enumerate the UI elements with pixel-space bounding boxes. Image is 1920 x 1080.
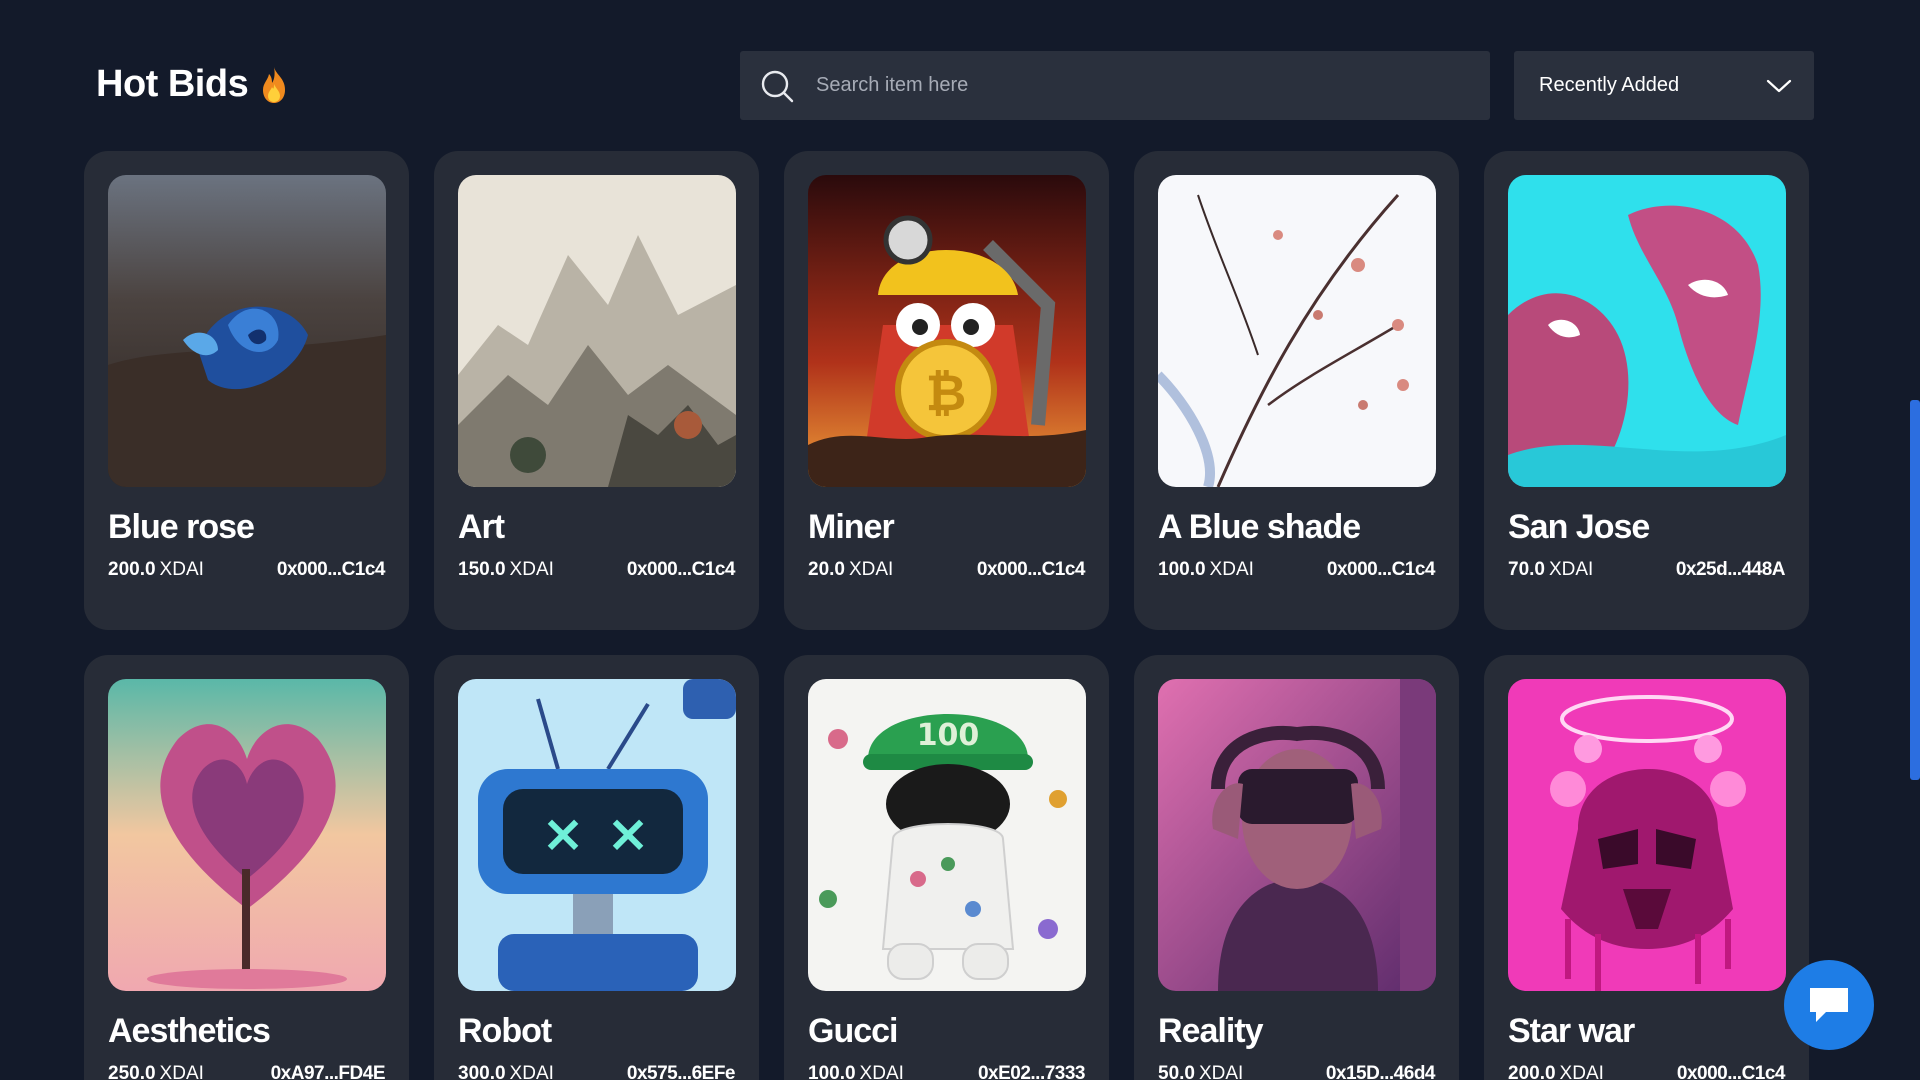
price-value: 300.0: [458, 1063, 506, 1080]
nft-card[interactable]: ₿ Miner 20.0 XDAI 0x000...C1c4: [784, 151, 1109, 630]
item-price: 100.0 XDAI: [1158, 559, 1254, 581]
item-name: Robot: [458, 1012, 552, 1050]
price-currency: XDAI: [1198, 1063, 1244, 1080]
price-value: 20.0: [808, 559, 845, 580]
miner-character-image[interactable]: ₿: [808, 175, 1086, 487]
owner-address: 0xE02...7333: [977, 1063, 1086, 1080]
vr-headset-image[interactable]: [1158, 679, 1436, 991]
item-meta: 50.0 XDAI 0x15D...46d4: [1158, 1063, 1436, 1080]
svg-text:100: 100: [917, 718, 980, 753]
item-name: Aesthetics: [108, 1012, 271, 1050]
item-name: Star war: [1508, 1012, 1635, 1050]
item-name: Miner: [808, 508, 895, 546]
owner-address: 0x575...6EFe: [626, 1063, 736, 1080]
nft-card[interactable]: 100 Gucci 100.0 XDAI 0xE02...7333: [784, 655, 1109, 1080]
blue-rose-image[interactable]: [108, 175, 386, 487]
item-meta: 150.0 XDAI 0x000...C1c4: [458, 559, 736, 581]
price-currency: XDAI: [1209, 559, 1254, 580]
page: Hot Bids Recently Added: [0, 0, 1920, 1080]
chat-bubble-icon: [1810, 988, 1848, 1022]
nft-card[interactable]: Aesthetics 250.0 XDAI 0xA97...FD4E: [84, 655, 409, 1080]
item-name: A Blue shade: [1158, 508, 1361, 546]
price-value: 100.0: [1158, 559, 1206, 580]
helmet-image[interactable]: [1508, 679, 1786, 991]
floral-figure-image[interactable]: 100: [808, 679, 1086, 991]
statue-faces-image[interactable]: [1508, 175, 1786, 487]
sort-dropdown[interactable]: Recently Added: [1514, 51, 1814, 120]
item-meta: 100.0 XDAI 0xE02...7333: [808, 1063, 1086, 1080]
owner-address: 0x15D...46d4: [1325, 1063, 1436, 1080]
item-price: 70.0 XDAI: [1508, 559, 1593, 581]
item-price: 100.0 XDAI: [808, 1063, 904, 1080]
search-bar[interactable]: [740, 51, 1490, 120]
item-price: 20.0 XDAI: [808, 559, 893, 581]
chevron-down-icon: [1766, 79, 1792, 92]
owner-address: 0xA97...FD4E: [270, 1063, 386, 1080]
item-meta: 300.0 XDAI 0x575...6EFe: [458, 1063, 736, 1080]
svg-text:₿: ₿: [926, 364, 967, 422]
owner-address: 0x000...C1c4: [976, 559, 1086, 580]
page-title: Hot Bids: [96, 63, 290, 106]
price-value: 200.0: [108, 559, 156, 580]
item-grid: Blue rose 200.0 XDAI 0x000...C1c4 Art 150…: [84, 151, 1809, 1080]
branches-image[interactable]: [1158, 175, 1436, 487]
item-meta: 20.0 XDAI 0x000...C1c4: [808, 559, 1086, 581]
item-price: 200.0 XDAI: [108, 559, 204, 581]
header: Hot Bids Recently Added: [96, 51, 1814, 120]
search-input[interactable]: [814, 73, 1458, 98]
page-title-text: Hot Bids: [96, 63, 249, 105]
price-currency: XDAI: [159, 1063, 204, 1080]
chat-button[interactable]: [1784, 960, 1874, 1050]
price-currency: XDAI: [1548, 559, 1594, 580]
sort-selected-label: Recently Added: [1539, 74, 1680, 96]
search-icon: [761, 70, 794, 102]
nft-card[interactable]: Star war 200.0 XDAI 0x000...C1c4: [1484, 655, 1809, 1080]
nft-card[interactable]: × × Robot 300.0 XDAI 0x575...6EFe: [434, 655, 759, 1080]
price-value: 250.0: [108, 1063, 156, 1080]
owner-address: 0x000...C1c4: [276, 559, 386, 580]
nft-card[interactable]: A Blue shade 100.0 XDAI 0x000...C1c4: [1134, 151, 1459, 630]
price-currency: XDAI: [1559, 1063, 1604, 1080]
item-meta: 70.0 XDAI 0x25d...448A: [1508, 559, 1786, 581]
item-meta: 100.0 XDAI 0x000...C1c4: [1158, 559, 1436, 581]
item-price: 300.0 XDAI: [458, 1063, 554, 1080]
item-price: 50.0 XDAI: [1158, 1063, 1243, 1080]
item-name: Art: [458, 508, 505, 546]
price-currency: XDAI: [509, 1063, 554, 1080]
item-name: San Jose: [1508, 508, 1650, 546]
price-currency: XDAI: [159, 559, 204, 580]
scrollbar-thumb[interactable]: [1910, 400, 1920, 780]
item-meta: 250.0 XDAI 0xA97...FD4E: [108, 1063, 386, 1080]
price-value: 150.0: [458, 559, 506, 580]
price-value: 200.0: [1508, 1063, 1556, 1080]
price-value: 50.0: [1158, 1063, 1195, 1080]
item-name: Blue rose: [108, 508, 255, 546]
owner-address: 0x000...C1c4: [1326, 559, 1436, 580]
owner-address: 0x000...C1c4: [626, 559, 736, 580]
price-value: 70.0: [1508, 559, 1545, 580]
nft-card[interactable]: Blue rose 200.0 XDAI 0x000...C1c4: [84, 151, 409, 630]
price-value: 100.0: [808, 1063, 856, 1080]
item-name: Reality: [1158, 1012, 1264, 1050]
nft-card[interactable]: Reality 50.0 XDAI 0x15D...46d4: [1134, 655, 1459, 1080]
item-meta: 200.0 XDAI 0x000...C1c4: [1508, 1063, 1786, 1080]
owner-address: 0x25d...448A: [1675, 559, 1786, 580]
price-currency: XDAI: [848, 559, 894, 580]
svg-text:×: ×: [541, 804, 585, 864]
price-currency: XDAI: [859, 1063, 904, 1080]
robot-image[interactable]: × ×: [458, 679, 736, 991]
item-price: 150.0 XDAI: [458, 559, 554, 581]
fire-icon: [263, 66, 286, 103]
heart-tree-image[interactable]: [108, 679, 386, 991]
item-price: 200.0 XDAI: [1508, 1063, 1604, 1080]
owner-address: 0x000...C1c4: [1676, 1063, 1786, 1080]
svg-text:×: ×: [606, 804, 650, 864]
price-currency: XDAI: [509, 559, 554, 580]
item-price: 250.0 XDAI: [108, 1063, 204, 1080]
item-name: Gucci: [808, 1012, 898, 1050]
nft-card[interactable]: Art 150.0 XDAI 0x000...C1c4: [434, 151, 759, 630]
landscape-painting-image[interactable]: [458, 175, 736, 487]
item-meta: 200.0 XDAI 0x000...C1c4: [108, 559, 386, 581]
nft-card[interactable]: San Jose 70.0 XDAI 0x25d...448A: [1484, 151, 1809, 630]
